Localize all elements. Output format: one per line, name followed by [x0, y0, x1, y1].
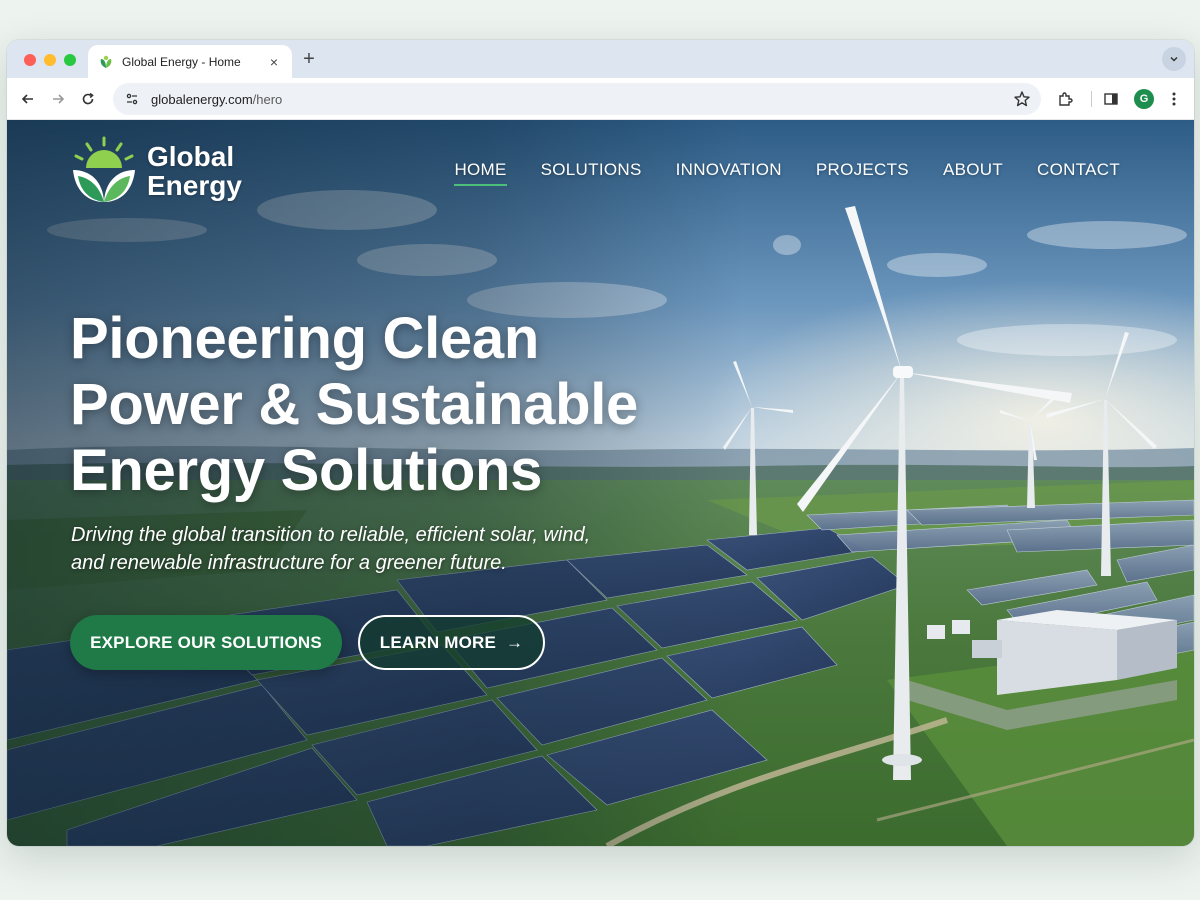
more-vertical-icon — [1172, 92, 1176, 106]
logo-line-2: Energy — [147, 170, 242, 201]
hero-subheading-line-1: Driving the global transition to reliabl… — [71, 524, 591, 546]
logo-wordmark: Global Energy — [147, 142, 242, 200]
reload-icon — [82, 92, 94, 105]
extensions-button[interactable] — [1054, 88, 1076, 110]
url-path: /hero — [252, 91, 283, 107]
address-bar[interactable]: globalenergy.com/hero — [113, 83, 1041, 115]
browser-menu-button[interactable] — [1163, 88, 1185, 110]
maximize-window-button[interactable] — [64, 54, 76, 66]
site-info-icon[interactable] — [123, 90, 141, 108]
arrow-right-icon — [53, 94, 65, 104]
new-tab-button[interactable]: + — [299, 48, 319, 70]
puzzle-icon — [1059, 92, 1073, 106]
tab-title: Global Energy - Home — [122, 54, 241, 69]
profile-avatar[interactable]: G — [1134, 89, 1154, 109]
tab-close-icon[interactable]: × — [266, 54, 282, 70]
side-panel-icon — [1104, 93, 1118, 105]
site-logo[interactable]: Global Energy — [69, 136, 242, 206]
nav-item-projects[interactable]: PROJECTS — [816, 160, 909, 186]
nav-item-about[interactable]: ABOUT — [943, 160, 1003, 186]
back-button[interactable] — [17, 88, 39, 110]
arrow-left-icon — [21, 94, 33, 104]
side-panel-button[interactable] — [1100, 88, 1122, 110]
main-nav: HOME SOLUTIONS INNOVATION PROJECTS ABOUT… — [454, 160, 1120, 186]
nav-item-innovation[interactable]: INNOVATION — [676, 160, 782, 186]
hero-headline-line-3: Energy Solutions — [70, 438, 543, 503]
learn-more-label: LEARN MORE — [379, 632, 497, 652]
url-host: globalenergy.com — [151, 91, 253, 107]
learn-more-button[interactable]: LEARN MORE → — [358, 615, 545, 670]
nav-item-contact[interactable]: CONTACT — [1037, 160, 1120, 186]
web-page: Global Energy HOME SOLUTIONS INNOVATION … — [7, 120, 1194, 846]
browser-window: Global Energy - Home × + globalenergy.co… — [7, 40, 1194, 846]
hero-headline-line-1: Pioneering Clean — [70, 306, 539, 371]
nav-item-solutions[interactable]: SOLUTIONS — [541, 160, 642, 186]
toolbar-divider — [1091, 91, 1092, 107]
tab-search-button[interactable] — [1162, 47, 1186, 71]
hero-subheading: Driving the global transition to reliabl… — [71, 521, 691, 577]
hero-headline-line-2: Power & Sustainable — [70, 372, 639, 437]
minimize-window-button[interactable] — [44, 54, 56, 66]
hero-subheading-line-2: and renewable infrastructure for a green… — [71, 552, 507, 574]
chevron-down-icon — [1170, 56, 1178, 62]
browser-tab-active[interactable]: Global Energy - Home × — [88, 45, 292, 78]
reload-button[interactable] — [77, 88, 99, 110]
logo-line-1: Global — [147, 141, 235, 172]
url-text[interactable]: globalenergy.com/hero — [151, 92, 1013, 107]
forward-button[interactable] — [47, 88, 69, 110]
hero-headline: Pioneering Clean Power & Sustainable Ene… — [70, 306, 690, 504]
tab-strip: Global Energy - Home × + — [7, 40, 1194, 78]
arrow-right-icon: → — [506, 632, 524, 652]
bookmark-star-icon[interactable] — [1013, 90, 1031, 108]
leaf-favicon-icon — [100, 55, 112, 68]
browser-toolbar: globalenergy.com/hero G — [7, 78, 1194, 120]
close-window-button[interactable] — [24, 54, 36, 66]
nav-item-home[interactable]: HOME — [454, 160, 507, 186]
explore-solutions-button[interactable]: EXPLORE OUR SOLUTIONS — [70, 615, 342, 670]
sun-leaf-logo-icon — [73, 136, 135, 202]
